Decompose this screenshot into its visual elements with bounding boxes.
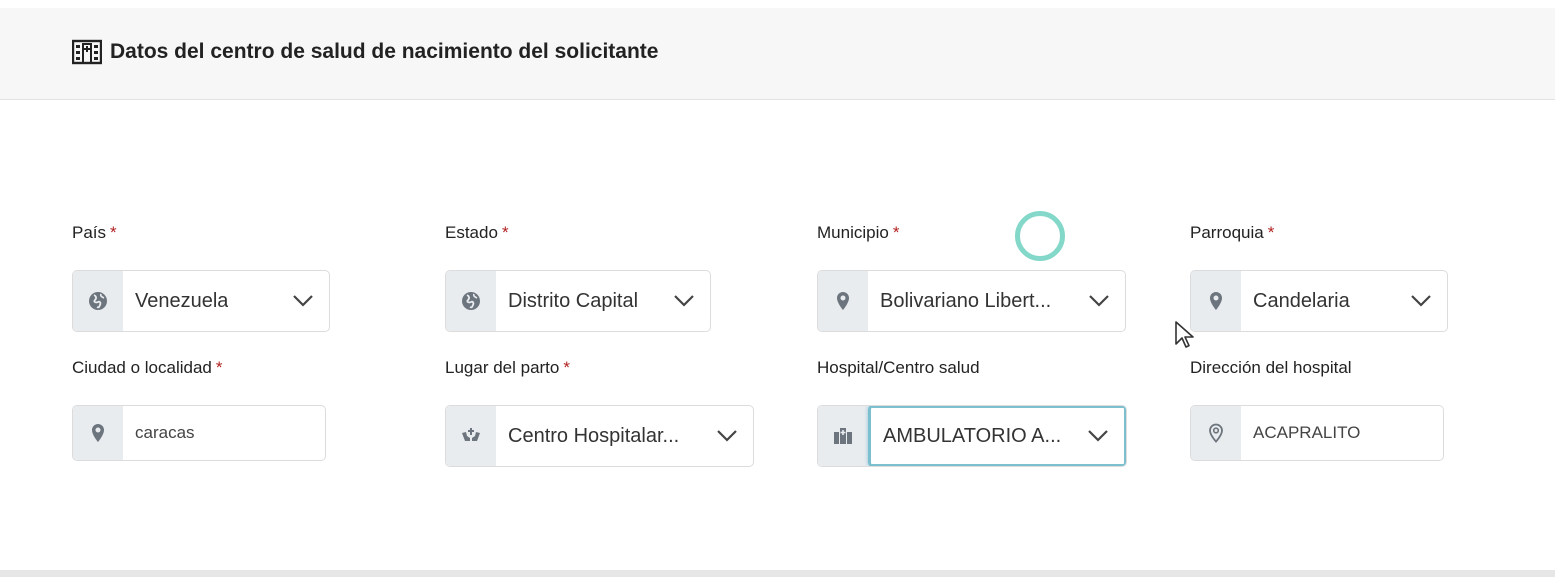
pais-select[interactable]: Venezuela — [72, 270, 330, 332]
ciudad-input[interactable] — [123, 406, 325, 460]
lugar-parto-label: Lugar del parto * — [445, 358, 570, 377]
globe-icon — [73, 271, 123, 331]
lugar-parto-value: Centro Hospitalar... — [508, 424, 680, 447]
hands-care-icon — [446, 406, 496, 466]
pais-value: Venezuela — [135, 289, 229, 312]
chevron-down-icon[interactable] — [658, 271, 710, 331]
municipio-value: Bolivariano Libert... — [880, 289, 1052, 312]
estado-value: Distrito Capital — [508, 289, 639, 312]
location-pin-icon — [73, 406, 123, 460]
direccion-field[interactable] — [1190, 405, 1444, 461]
direccion-input[interactable] — [1241, 406, 1443, 460]
click-indicator — [1015, 211, 1065, 261]
hospital-select[interactable]: AMBULATORIO A... — [817, 405, 1127, 467]
chevron-down-icon[interactable] — [1072, 408, 1124, 464]
location-outline-icon — [1191, 406, 1241, 460]
section-header: Datos del centro de salud de nacimiento … — [0, 8, 1555, 100]
parroquia-value: Candelaria — [1253, 289, 1350, 312]
estado-label: Estado * — [445, 223, 509, 242]
parroquia-select[interactable]: Candelaria — [1190, 270, 1448, 332]
location-pin-icon — [818, 271, 868, 331]
section-title: Datos del centro de salud de nacimiento … — [72, 38, 658, 66]
hospital-label: Hospital/Centro salud — [817, 358, 980, 377]
chevron-down-icon[interactable] — [701, 406, 753, 466]
municipio-select[interactable]: Bolivariano Libert... — [817, 270, 1126, 332]
location-pin-icon — [1191, 271, 1241, 331]
municipio-label: Municipio * — [817, 223, 900, 242]
section-title-text: Datos del centro de salud de nacimiento … — [110, 40, 659, 63]
ciudad-field[interactable] — [72, 405, 326, 461]
chevron-down-icon[interactable] — [277, 271, 329, 331]
pais-label: País * — [72, 223, 117, 242]
globe-icon — [446, 271, 496, 331]
bottom-divider — [0, 570, 1555, 577]
estado-select[interactable]: Distrito Capital — [445, 270, 711, 332]
chevron-down-icon[interactable] — [1395, 271, 1447, 331]
parroquia-label: Parroquia * — [1190, 223, 1275, 242]
hospital-icon — [72, 39, 102, 65]
lugar-parto-select[interactable]: Centro Hospitalar... — [445, 405, 754, 467]
chevron-down-icon[interactable] — [1073, 271, 1125, 331]
ciudad-label: Ciudad o localidad * — [72, 358, 223, 377]
hospital-icon — [818, 406, 868, 466]
hospital-value: AMBULATORIO A... — [883, 424, 1062, 447]
direccion-label: Dirección del hospital — [1190, 358, 1352, 377]
mouse-cursor-icon — [1175, 321, 1194, 348]
